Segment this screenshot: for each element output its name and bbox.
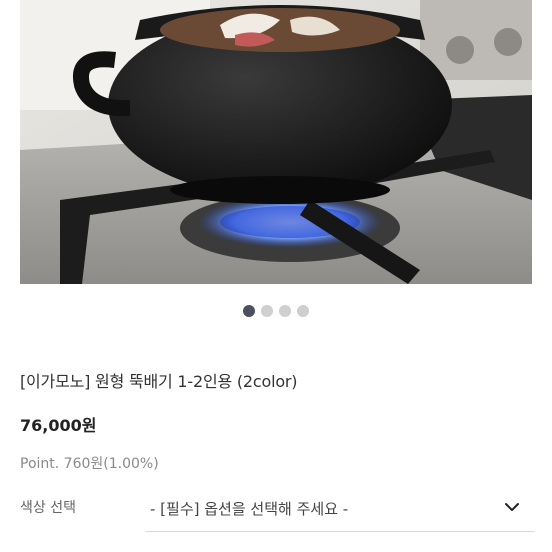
carousel-dot-4[interactable]: [297, 305, 309, 317]
product-title: [이가모노] 원형 뚝배기 1-2인용 (2color): [20, 372, 298, 391]
chevron-down-icon: [505, 503, 519, 511]
product-points: Point. 760원(1.00%): [20, 456, 159, 472]
color-option-select[interactable]: - [필수] 옵션을 선택해 주세요 -: [146, 486, 534, 532]
earthenware-pot-photo: [20, 0, 532, 284]
carousel-dot-1[interactable]: [243, 305, 255, 317]
carousel-dots: [0, 305, 552, 317]
product-price: 76,000원: [20, 416, 97, 435]
product-image[interactable]: [20, 0, 532, 284]
color-option-placeholder: - [필수] 옵션을 선택해 주세요 -: [150, 500, 349, 518]
carousel-dot-2[interactable]: [261, 305, 273, 317]
carousel-dot-3[interactable]: [279, 305, 291, 317]
color-option-label: 색상 선택: [20, 500, 76, 516]
